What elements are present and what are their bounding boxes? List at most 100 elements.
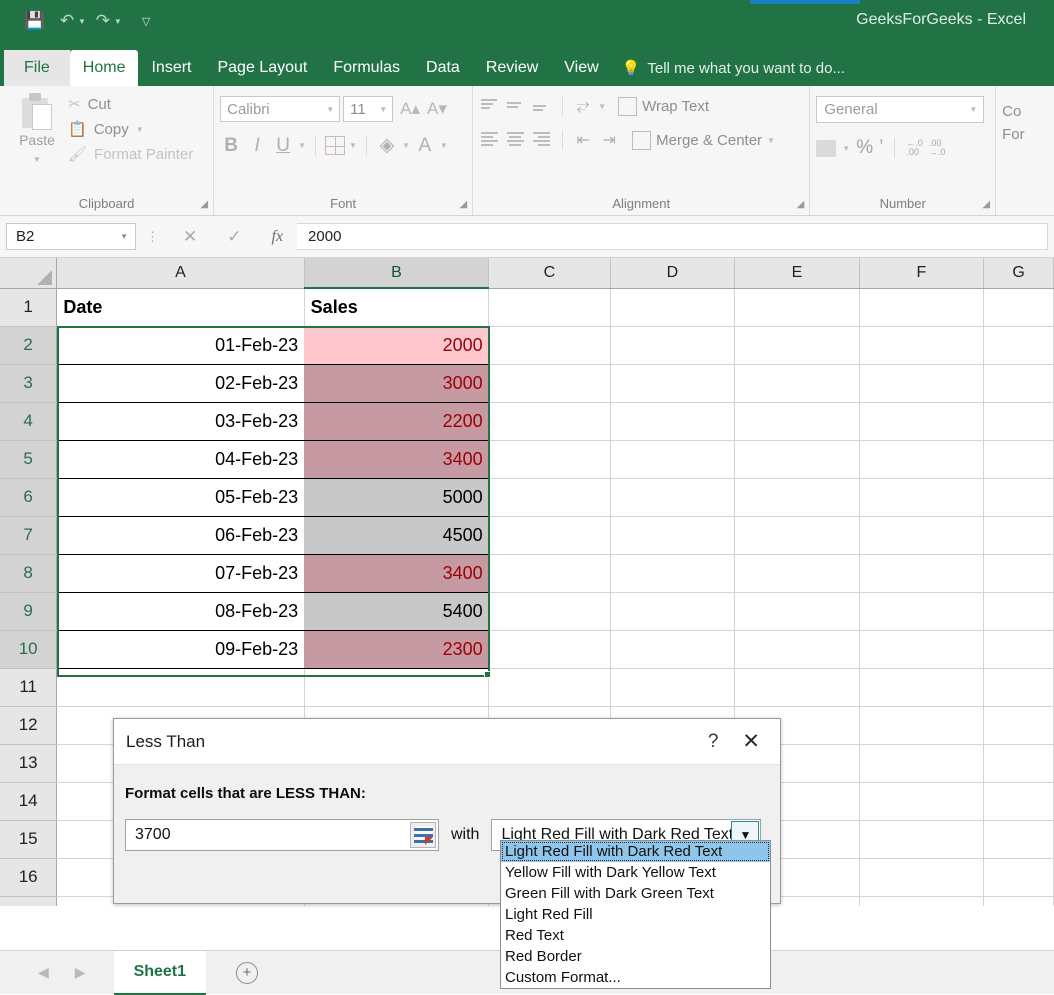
row-header-1[interactable]: 1 — [0, 288, 57, 326]
cell-c9[interactable] — [489, 592, 611, 630]
cell-g12[interactable] — [984, 706, 1054, 744]
number-dialog-launcher-icon[interactable]: ◢ — [982, 199, 990, 210]
cell-e1[interactable] — [735, 288, 860, 326]
number-format-dropdown-icon[interactable]: ▼ — [969, 105, 977, 114]
row-header-16[interactable]: 16 — [0, 858, 57, 896]
row-header-6[interactable]: 6 — [0, 478, 57, 516]
cell-c2[interactable] — [489, 326, 611, 364]
cell-f7[interactable] — [859, 516, 984, 554]
cell-d1[interactable] — [610, 288, 735, 326]
cell-d4[interactable] — [610, 402, 735, 440]
cell-a10[interactable]: 09-Feb-23 — [57, 630, 304, 668]
font-name-input[interactable]: Calibri ▼ — [220, 96, 340, 122]
cell-b10[interactable]: 2300 — [304, 630, 488, 668]
cell-g8[interactable] — [984, 554, 1054, 592]
cell-g13[interactable] — [984, 744, 1054, 782]
tab-data[interactable]: Data — [413, 50, 473, 86]
cell-g16[interactable] — [984, 858, 1054, 896]
plus-icon[interactable]: + — [236, 962, 258, 984]
tell-me-search[interactable]: 💡 Tell me what you want to do... — [612, 50, 855, 86]
dropdown-option-red-text[interactable]: Red Text — [501, 925, 770, 946]
cell-f2[interactable] — [859, 326, 984, 364]
cell-g9[interactable] — [984, 592, 1054, 630]
cell-f14[interactable] — [859, 782, 984, 820]
cell-f6[interactable] — [859, 478, 984, 516]
row-header-12[interactable]: 12 — [0, 706, 57, 744]
cell-d11[interactable] — [610, 668, 735, 706]
tab-page-layout[interactable]: Page Layout — [204, 50, 320, 86]
dropdown-option-red-border[interactable]: Red Border — [501, 946, 770, 967]
threshold-input[interactable]: 3700 — [125, 819, 439, 851]
cell-e3[interactable] — [735, 364, 860, 402]
cell-c4[interactable] — [489, 402, 611, 440]
cell-d9[interactable] — [610, 592, 735, 630]
cell-g17[interactable] — [984, 896, 1054, 906]
cell-d8[interactable] — [610, 554, 735, 592]
cell-d3[interactable] — [610, 364, 735, 402]
cell-e7[interactable] — [735, 516, 860, 554]
clipboard-dialog-launcher-icon[interactable]: ◢ — [200, 199, 208, 210]
cell-a6[interactable]: 05-Feb-23 — [57, 478, 304, 516]
copy-dropdown-icon[interactable]: ▼ — [136, 125, 144, 134]
cell-c1[interactable] — [489, 288, 611, 326]
cell-b8[interactable]: 3400 — [304, 554, 488, 592]
cell-b9[interactable]: 5400 — [304, 592, 488, 630]
orientation-icon[interactable]: ⥂ — [572, 97, 594, 115]
cell-e2[interactable] — [735, 326, 860, 364]
borders-icon[interactable] — [325, 136, 345, 155]
redo-dropdown-icon[interactable]: ▼ — [114, 17, 122, 26]
cell-a4[interactable]: 03-Feb-23 — [57, 402, 304, 440]
align-bottom-icon[interactable] — [531, 97, 553, 115]
dropdown-option-light-red-fill-dark-red-text[interactable]: Light Red Fill with Dark Red Text — [501, 841, 770, 862]
format-painter-button[interactable]: 🖌 Format Painter — [68, 145, 193, 163]
column-header-c[interactable]: C — [489, 258, 611, 288]
chevron-right-icon[interactable]: ▶ — [63, 964, 98, 981]
cell-g11[interactable] — [984, 668, 1054, 706]
row-header-7[interactable]: 7 — [0, 516, 57, 554]
cell-a7[interactable]: 06-Feb-23 — [57, 516, 304, 554]
select-all-corner[interactable] — [0, 258, 57, 288]
cell-g15[interactable] — [984, 820, 1054, 858]
format-style-dropdown-list[interactable]: Light Red Fill with Dark Red Text Yellow… — [500, 840, 771, 989]
tab-home[interactable]: Home — [70, 50, 139, 86]
cell-e8[interactable] — [735, 554, 860, 592]
cell-g1[interactable] — [984, 288, 1054, 326]
font-size-input[interactable]: 11 ▼ — [343, 96, 393, 122]
cell-c7[interactable] — [489, 516, 611, 554]
tab-file[interactable]: File — [4, 50, 70, 86]
align-middle-icon[interactable] — [505, 97, 527, 115]
increase-indent-icon[interactable]: ⇥ — [598, 130, 620, 150]
dropdown-option-green-fill-dark-green-text[interactable]: Green Fill with Dark Green Text — [501, 883, 770, 904]
cell-b6[interactable]: 5000 — [304, 478, 488, 516]
chevron-left-icon[interactable]: ◀ — [26, 964, 61, 981]
quick-access-toolbar[interactable]: 💾 ↶ ▼ ↷ ▼ ▽ — [20, 7, 150, 35]
close-icon[interactable]: ✕ — [734, 729, 768, 754]
cell-e4[interactable] — [735, 402, 860, 440]
wrap-text-button[interactable]: Wrap Text — [618, 97, 709, 116]
cell-g3[interactable] — [984, 364, 1054, 402]
cancel-formula-icon[interactable]: ✕ — [183, 227, 197, 247]
cell-f4[interactable] — [859, 402, 984, 440]
confirm-formula-icon[interactable]: ✓ — [227, 227, 241, 247]
cell-b2[interactable]: 2000 — [304, 326, 488, 364]
cell-b11[interactable] — [304, 668, 488, 706]
cell-g7[interactable] — [984, 516, 1054, 554]
cell-f11[interactable] — [859, 668, 984, 706]
cell-f9[interactable] — [859, 592, 984, 630]
range-selector-icon[interactable] — [410, 822, 436, 848]
font-color-dropdown-icon[interactable]: ▼ — [440, 141, 448, 150]
column-header-g[interactable]: G — [984, 258, 1054, 288]
dropdown-option-light-red-fill[interactable]: Light Red Fill — [501, 904, 770, 925]
row-header-8[interactable]: 8 — [0, 554, 57, 592]
cell-f3[interactable] — [859, 364, 984, 402]
number-format-select[interactable]: General ▼ — [816, 96, 984, 123]
cell-f10[interactable] — [859, 630, 984, 668]
cell-d5[interactable] — [610, 440, 735, 478]
comma-style-button[interactable]: ’ — [879, 137, 883, 159]
save-icon[interactable]: 💾 — [20, 7, 50, 35]
dropdown-option-custom-format[interactable]: Custom Format... — [501, 967, 770, 988]
cell-b1[interactable]: Sales — [304, 288, 488, 326]
underline-button[interactable]: U — [272, 135, 294, 157]
cell-d10[interactable] — [610, 630, 735, 668]
row-header-3[interactable]: 3 — [0, 364, 57, 402]
